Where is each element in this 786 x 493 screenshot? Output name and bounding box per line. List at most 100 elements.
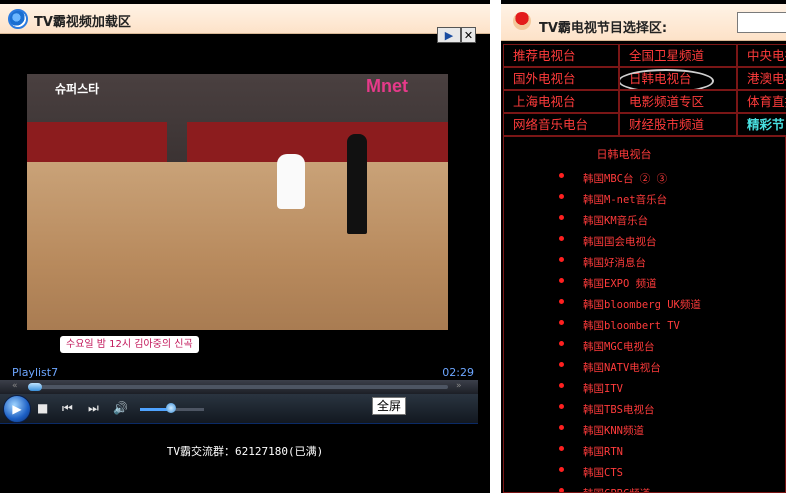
channel-list-title: 日韩电视台 [596, 148, 652, 161]
bullet-icon [559, 488, 564, 492]
playlist-row: Playlist7 02:29 [0, 366, 478, 380]
category-link[interactable]: 上海电视台 [503, 90, 619, 113]
bullet-icon [559, 236, 564, 241]
video-caption: 수요일 밤 12시 김아중의 신곡 [60, 336, 199, 353]
channel-item[interactable]: 韩国MGC电视台 [504, 339, 785, 360]
ad-close-icon[interactable]: ✕ [461, 27, 476, 43]
channel-item[interactable]: 韩国KNN频道 [504, 423, 785, 444]
channel-item[interactable]: 韩国国会电视台 [504, 234, 785, 255]
category-link[interactable]: 国外电视台 [503, 67, 619, 90]
channel-item[interactable]: 韩国NATV电视台 [504, 360, 785, 381]
channel-panel-title: TV霸电视节目选择区: [539, 21, 668, 36]
category-link[interactable]: 中央电视台 [737, 44, 786, 67]
ad-play-icon[interactable]: ▶ [437, 27, 461, 43]
qq-group-info: TV霸交流群：62127180(已满) [166, 445, 324, 458]
fullscreen-button[interactable]: 全屏 [372, 397, 407, 415]
channel-item[interactable]: 韩国KM音乐台 [504, 213, 785, 234]
bullet-icon [559, 425, 564, 430]
channel-item[interactable]: 韩国RTN [504, 444, 785, 465]
video-wall-panel [187, 122, 448, 162]
channel-list-area: 日韩电视台 韩国MBC台 ② ③ 韩国M-net音乐台 韩国KM音乐台 韩国国会电视台… [503, 136, 786, 493]
bullet-icon [559, 278, 564, 283]
video-frame[interactable]: 슈퍼스타 Mnet [27, 74, 448, 330]
category-link[interactable]: 财经股市频道 [619, 113, 737, 136]
channel-item[interactable]: 韩国bloomberg UK频道 [504, 297, 785, 318]
stop-icon[interactable]: ■ [37, 401, 48, 415]
mario-icon [513, 12, 531, 30]
seek-thumb[interactable] [28, 383, 42, 391]
rewind-arrows-icon: « [12, 381, 18, 391]
channel-link[interactable]: 韩国KM音乐台 [583, 213, 648, 228]
bullet-icon [559, 404, 564, 409]
bullet-icon [559, 215, 564, 220]
video-show-logo: 슈퍼스타 [55, 82, 100, 96]
channel-panel-header: TV霸电视节目选择区: [501, 4, 786, 41]
channel-item[interactable]: 韩国MBC台 ② ③ [504, 171, 785, 192]
volume-fill [140, 408, 169, 411]
channel-link[interactable]: 韩国CTS [583, 465, 623, 480]
bullet-icon [559, 173, 564, 178]
seek-track[interactable] [28, 385, 448, 389]
bullet-icon [559, 383, 564, 388]
category-link[interactable]: 推荐电视台 [503, 44, 619, 67]
channel-item[interactable]: 韩国好消息台 [504, 255, 785, 276]
channel-link[interactable]: 韩国M-net音乐台 [583, 192, 667, 207]
channel-link[interactable]: 韩国EXPO 频道 [583, 276, 657, 291]
player-controls: ▶ ■ ⏮ ⏭ 🔊 全屏 [0, 394, 478, 424]
play-icon[interactable]: ▶ [3, 395, 31, 423]
video-panel-header: TV霸视频加载区 [0, 4, 490, 34]
volume-icon[interactable]: 🔊 [113, 401, 128, 415]
video-panel-title: TV霸视频加载区 [34, 15, 131, 30]
channel-link[interactable]: 韩国ITV [583, 381, 623, 396]
ad-controls: ▶ ✕ [437, 27, 476, 43]
category-link[interactable]: 网络音乐电台 [503, 113, 619, 136]
category-link[interactable]: 日韩电视台 [619, 67, 737, 90]
bullet-icon [559, 320, 564, 325]
channel-link[interactable]: 韩国NATV电视台 [583, 360, 661, 375]
category-link[interactable]: 电影频道专区 [619, 90, 737, 113]
seek-bar-area: « » [0, 380, 478, 394]
video-channel-logo: Mnet [366, 76, 408, 96]
category-link[interactable]: 全国卫星频道 [619, 44, 737, 67]
panel-divider [490, 0, 501, 493]
channel-item[interactable]: 韩国EXPO 频道 [504, 276, 785, 297]
playback-time: 02:29 [442, 366, 474, 379]
channel-link[interactable]: 韩国MGC电视台 [583, 339, 654, 354]
channel-link[interactable]: 韩国TBS电视台 [583, 402, 654, 417]
volume-thumb[interactable] [165, 403, 176, 413]
channel-link[interactable]: 韩国好消息台 [583, 255, 646, 270]
bullet-icon [559, 194, 564, 199]
channel-item[interactable]: 韩国M-net音乐台 [504, 192, 785, 213]
channel-item[interactable]: 韩国ITV [504, 381, 785, 402]
category-grid: 推荐电视台全国卫星频道中央电视台国外电视台日韩电视台港澳电视台上海电视台电影频道… [503, 44, 786, 136]
channel-link[interactable]: 韩国RTN [583, 444, 623, 459]
video-wall-panel [27, 122, 167, 162]
forward-arrows-icon: » [456, 381, 462, 391]
category-link[interactable]: 体育直播 [737, 90, 786, 113]
channel-item[interactable]: 韩国TBS电视台 [504, 402, 785, 423]
next-icon[interactable]: ⏭ [88, 401, 99, 416]
category-link[interactable]: 精彩节目 [737, 113, 786, 136]
video-dancer [347, 134, 367, 234]
channel-link[interactable]: 韩国CPBC频道 [583, 486, 650, 492]
channel-link[interactable]: 韩国bloombert TV [583, 318, 680, 333]
bullet-icon [559, 446, 564, 451]
bullet-icon [559, 467, 564, 472]
search-input[interactable] [737, 12, 786, 33]
video-floor [27, 162, 448, 330]
bullet-icon [559, 299, 564, 304]
channel-list: 韩国MBC台 ② ③ 韩国M-net音乐台 韩国KM音乐台 韩国国会电视台 韩国好消息台… [504, 171, 785, 492]
channel-item[interactable]: 韩国bloombert TV [504, 318, 785, 339]
playlist-name[interactable]: Playlist7 [12, 366, 58, 379]
channel-link[interactable]: 韩国KNN频道 [583, 423, 644, 438]
channel-item[interactable]: 韩国CPBC频道 [504, 486, 785, 492]
bullet-icon [559, 341, 564, 346]
channel-link[interactable]: 韩国MBC台 ② ③ [583, 171, 667, 186]
bullet-icon [559, 257, 564, 262]
channel-link[interactable]: 韩国bloomberg UK频道 [583, 297, 701, 312]
video-dancer [277, 154, 305, 209]
previous-icon[interactable]: ⏮ [62, 401, 73, 416]
channel-link[interactable]: 韩国国会电视台 [583, 234, 657, 249]
channel-item[interactable]: 韩国CTS [504, 465, 785, 486]
category-link[interactable]: 港澳电视台 [737, 67, 786, 90]
